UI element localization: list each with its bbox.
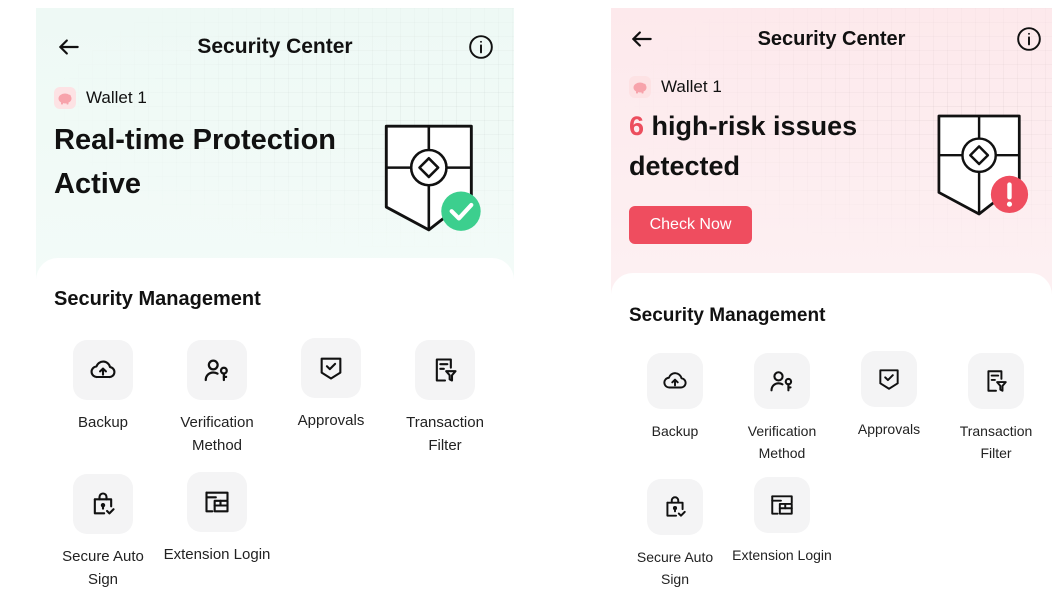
risk-issue-count: 6	[629, 111, 645, 141]
verification-method-tile[interactable]: Verification Method	[160, 340, 274, 457]
risk-issue-text: high-risk issues detected	[629, 111, 858, 181]
tile-label: Verification Method	[180, 414, 254, 454]
approvals-tile[interactable]: Approvals	[274, 338, 388, 432]
wallet-piggy-icon	[629, 76, 651, 98]
verification-tile-box	[187, 340, 247, 400]
extension-login-tile[interactable]: Extension Login	[730, 477, 834, 566]
approvals-tile-box	[861, 351, 917, 407]
user-key-icon	[770, 371, 793, 392]
check-now-button[interactable]: Check Now	[629, 206, 752, 244]
filter-doc-icon	[987, 370, 1007, 392]
extension-window-icon	[771, 495, 793, 515]
section-title: Security Management	[629, 305, 826, 326]
secure-auto-sign-tile[interactable]: Secure Auto Sign	[623, 479, 727, 590]
user-key-icon	[204, 359, 228, 382]
extension-login-tile-box	[754, 477, 810, 533]
tile-label: Backup	[77, 414, 129, 431]
approvals-tile-box	[301, 338, 361, 398]
transaction-filter-tile-box	[415, 340, 475, 400]
extension-login-tile[interactable]: Extension Login	[160, 472, 274, 566]
tile-label: Extension Login	[163, 546, 271, 563]
shield-alert-icon	[937, 114, 1029, 216]
risk-status-headline: 6 high-risk issues detected	[629, 106, 919, 186]
approvals-tile[interactable]: Approvals	[837, 351, 941, 440]
top-nav-bar: Security Center	[36, 32, 514, 62]
tile-label: Secure Auto Sign	[62, 548, 144, 588]
secure-auto-sign-tile-box	[73, 474, 133, 534]
secure-auto-sign-tile-box	[647, 479, 703, 535]
tile-label: Verification Method	[747, 423, 817, 461]
protection-status-headline: Real-time Protection Active	[54, 124, 336, 200]
transaction-filter-tile[interactable]: Transaction Filter	[388, 340, 502, 457]
approval-check-icon	[879, 369, 899, 390]
wallet-name: Wallet 1	[661, 77, 722, 96]
transaction-filter-tile-box	[968, 353, 1024, 409]
backup-tile[interactable]: Backup	[623, 353, 727, 442]
verification-tile-box	[754, 353, 810, 409]
security-center-screen-protected: Security Center Wallet 1 Real-time Prote…	[36, 8, 514, 610]
page-title: Security Center	[757, 27, 906, 50]
wallet-selector[interactable]: Wallet 1	[629, 76, 722, 98]
extension-login-tile-box	[187, 472, 247, 532]
lock-bag-icon	[93, 492, 115, 515]
tile-label: Transaction Filter	[406, 414, 484, 454]
info-icon[interactable]	[1016, 26, 1042, 52]
security-management-card: Security Management Backup Verification …	[36, 258, 514, 610]
section-title: Security Management	[54, 288, 261, 310]
security-center-screen-risk: Security Center Wallet 1 6 high-risk iss…	[611, 8, 1052, 610]
info-icon[interactable]	[468, 34, 494, 60]
page-title: Security Center	[197, 35, 353, 58]
tile-label: Extension Login	[732, 547, 832, 563]
wallet-name: Wallet 1	[86, 88, 147, 107]
verification-method-tile[interactable]: Verification Method	[730, 353, 834, 464]
tile-label: Approvals	[297, 412, 365, 429]
secure-auto-sign-tile[interactable]: Secure Auto Sign	[46, 474, 160, 591]
lock-bag-icon	[666, 496, 686, 517]
tile-label: Secure Auto Sign	[636, 549, 714, 587]
top-nav-bar: Security Center	[611, 24, 1052, 54]
extension-window-icon	[205, 491, 229, 513]
shield-check-icon	[384, 124, 481, 232]
back-arrow-icon[interactable]	[629, 26, 655, 52]
backup-tile[interactable]: Backup	[46, 340, 160, 434]
backup-tile-box	[647, 353, 703, 409]
security-management-card: Security Management Backup Verification …	[611, 273, 1052, 610]
cloud-upload-icon	[90, 360, 116, 379]
cloud-upload-icon	[663, 372, 687, 389]
filter-doc-icon	[435, 358, 457, 382]
transaction-filter-tile[interactable]: Transaction Filter	[944, 353, 1048, 464]
wallet-piggy-icon	[54, 87, 76, 109]
tile-label: Approvals	[857, 421, 921, 437]
tile-label: Backup	[651, 423, 699, 439]
tile-label: Transaction Filter	[959, 423, 1033, 461]
check-badge-icon	[441, 191, 481, 231]
back-arrow-icon[interactable]	[56, 34, 82, 60]
wallet-selector[interactable]: Wallet 1	[54, 87, 147, 109]
approval-check-icon	[320, 357, 342, 380]
backup-tile-box	[73, 340, 133, 400]
